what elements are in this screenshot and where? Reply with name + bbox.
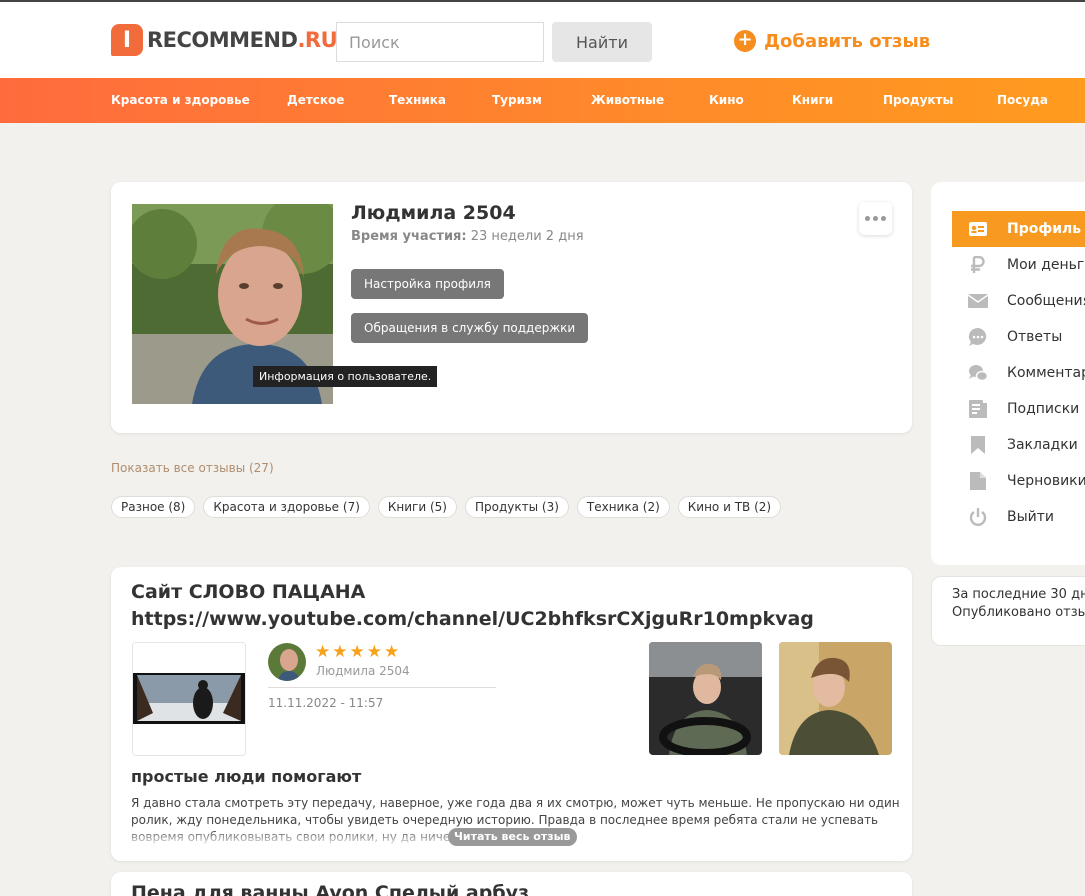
review-title[interactable]: Пена для ванны Avon Спелый арбуз bbox=[131, 882, 529, 896]
sidebar-item-label: Закладки bbox=[1007, 437, 1078, 453]
power-icon bbox=[968, 507, 988, 527]
dot-icon bbox=[865, 216, 870, 221]
category-link[interactable]: Посуда bbox=[997, 93, 1048, 107]
category-link[interactable]: Продукты bbox=[883, 93, 953, 107]
star-icon: ★ bbox=[366, 642, 382, 662]
stats-published: Опубликовано отзывов bbox=[952, 605, 1085, 620]
product-thumbnail[interactable] bbox=[132, 642, 246, 756]
user-info-tooltip: Информация о пользователе. bbox=[253, 366, 438, 387]
category-chip[interactable]: Красота и здоровье (7) bbox=[203, 496, 370, 518]
add-review-link[interactable]: + Добавить отзыв bbox=[734, 30, 930, 52]
category-link[interactable]: Техника bbox=[389, 93, 446, 107]
sidebar-item-money[interactable]: Мои деньги bbox=[952, 247, 1085, 283]
category-nav: Красота и здоровье Детское Техника Туриз… bbox=[0, 78, 1085, 123]
review-date: 11.11.2022 - 11:57 bbox=[268, 696, 384, 710]
plus-circle-icon: + bbox=[734, 30, 756, 52]
sidebar-item-label: Черновики bbox=[1007, 473, 1085, 489]
sidebar-item-logout[interactable]: Выйти bbox=[952, 499, 1085, 535]
draft-icon bbox=[968, 471, 988, 491]
review-subtitle: простые люди помогают bbox=[131, 767, 362, 786]
review-card: Сайт СЛОВО ПАЦАНА https://www.youtube.co… bbox=[111, 567, 912, 861]
sidebar-item-profile[interactable]: Профиль bbox=[952, 211, 1085, 247]
user-name: Людмила 2504 bbox=[351, 202, 516, 224]
star-icon: ★ bbox=[315, 642, 331, 662]
profile-card-icon bbox=[968, 219, 988, 239]
sidebar-item-messages[interactable]: Сообщения bbox=[952, 283, 1085, 319]
star-icon: ★ bbox=[332, 642, 348, 662]
category-link[interactable]: Животные bbox=[591, 93, 664, 107]
comments-icon bbox=[968, 363, 988, 383]
category-link[interactable]: Туризм bbox=[492, 93, 542, 107]
category-link[interactable]: Книги bbox=[792, 93, 833, 107]
membership-duration: Время участия: 23 недели 2 дня bbox=[351, 229, 584, 244]
support-requests-button[interactable]: Обращения в службу поддержки bbox=[351, 313, 589, 343]
sidebar-item-label: Профиль bbox=[1007, 221, 1082, 237]
dot-icon bbox=[873, 216, 878, 221]
divider bbox=[268, 687, 496, 688]
sidebar-item-label: Сообщения bbox=[1007, 293, 1085, 309]
profile-card: Людмила 2504 Время участия: 23 недели 2 … bbox=[111, 182, 912, 433]
star-icon: ★ bbox=[384, 642, 400, 662]
sidebar-item-label: Ответы bbox=[1007, 329, 1063, 345]
category-chip[interactable]: Книги (5) bbox=[377, 496, 457, 518]
sidebar-item-label: Мои деньги bbox=[1007, 257, 1085, 273]
category-chip[interactable]: Разное (8) bbox=[111, 496, 196, 518]
top-header: I RECOMMEND.RU Найти + Добавить отзыв bbox=[0, 0, 1085, 78]
category-chip[interactable]: Техника (2) bbox=[576, 496, 670, 518]
category-link[interactable]: Кино bbox=[709, 93, 744, 107]
search-button[interactable]: Найти bbox=[552, 22, 652, 62]
profile-sidebar-menu: Профиль Мои деньги Сообщения Ответы Комм… bbox=[931, 182, 1085, 565]
profile-settings-button[interactable]: Настройка профиля bbox=[351, 269, 504, 299]
envelope-icon bbox=[968, 291, 988, 311]
sidebar-item-label: Подписки bbox=[1007, 401, 1080, 417]
dot-icon bbox=[881, 216, 886, 221]
review-title[interactable]: Сайт СЛОВО ПАЦАНА https://www.youtube.co… bbox=[131, 579, 831, 633]
stats-period: За последние 30 дней bbox=[952, 587, 1085, 602]
logo-mark: I bbox=[111, 24, 143, 56]
chat-bubble-icon bbox=[968, 327, 988, 347]
sidebar-item-comments[interactable]: Комментарии bbox=[952, 355, 1085, 391]
more-options-button[interactable] bbox=[859, 202, 892, 235]
category-link[interactable]: Детское bbox=[287, 93, 344, 107]
bookmark-icon bbox=[968, 435, 988, 455]
star-icon: ★ bbox=[349, 642, 365, 662]
sidebar-item-label: Выйти bbox=[1007, 509, 1055, 525]
category-chips: Разное (8) Красота и здоровье (7) Книги … bbox=[111, 496, 782, 518]
sidebar-item-bookmarks[interactable]: Закладки bbox=[952, 427, 1085, 463]
ruble-icon bbox=[968, 255, 988, 275]
category-chip[interactable]: Кино и ТВ (2) bbox=[677, 496, 782, 518]
category-chip[interactable]: Продукты (3) bbox=[464, 496, 569, 518]
category-link[interactable]: Красота и здоровье bbox=[111, 93, 250, 107]
stats-panel: За последние 30 дней Опубликовано отзыво… bbox=[931, 576, 1085, 646]
rating-stars: ★ ★ ★ ★ ★ bbox=[315, 643, 399, 661]
add-review-label: Добавить отзыв bbox=[764, 30, 931, 52]
review-photo[interactable] bbox=[779, 642, 892, 755]
review-author[interactable]: Людмила 2504 bbox=[316, 664, 410, 678]
review-photo[interactable] bbox=[649, 642, 762, 755]
sidebar-item-subscriptions[interactable]: Подписки bbox=[952, 391, 1085, 427]
logo-text: RECOMMEND.RU bbox=[147, 28, 338, 52]
subscriptions-icon bbox=[968, 399, 988, 419]
author-avatar[interactable] bbox=[268, 643, 306, 681]
show-all-reviews-link[interactable]: Показать все отзывы (27) bbox=[111, 461, 274, 475]
sidebar-item-drafts[interactable]: Черновики bbox=[952, 463, 1085, 499]
search-input[interactable] bbox=[336, 22, 544, 62]
review-card: Пена для ванны Avon Спелый арбуз bbox=[111, 872, 912, 896]
sidebar-item-label: Комментарии bbox=[1007, 365, 1085, 381]
sidebar-item-answers[interactable]: Ответы bbox=[952, 319, 1085, 355]
read-full-review-button[interactable]: Читать весь отзыв bbox=[448, 828, 577, 846]
site-logo[interactable]: I RECOMMEND.RU bbox=[111, 24, 338, 56]
